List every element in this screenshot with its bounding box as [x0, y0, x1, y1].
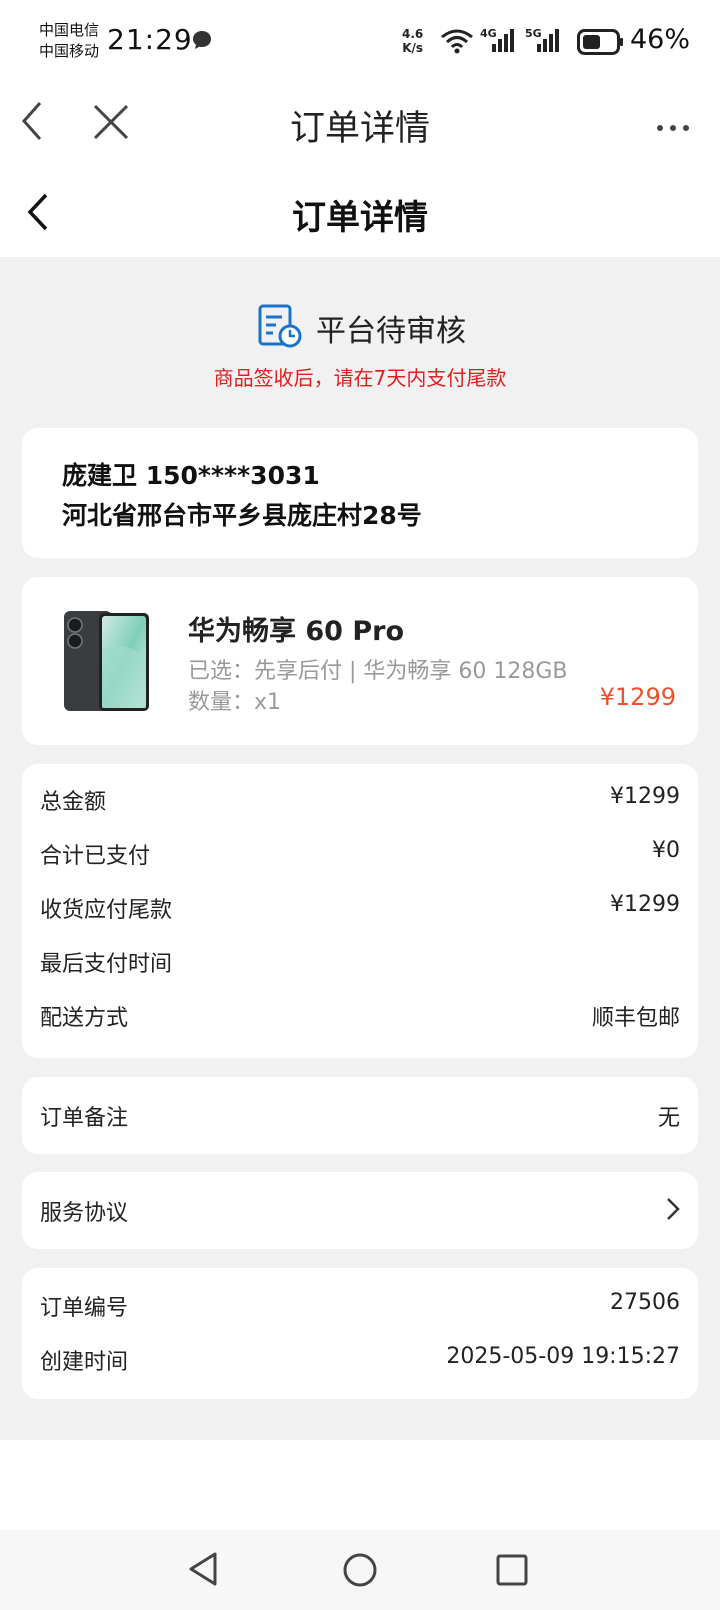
order-info-label: 订单编号: [40, 1296, 129, 1321]
service-agreement-card[interactable]: 服务协议: [22, 1172, 698, 1249]
fee-row-deadline: 最后支付时间: [40, 940, 680, 980]
created-time-row: 创建时间 2025-05-09 19:15:27: [40, 1338, 680, 1378]
fee-value: ¥0: [652, 838, 680, 863]
chevron-right-icon: [666, 1197, 680, 1227]
page-title: 订单详情: [292, 198, 428, 238]
product-quantity: 数量：x1: [188, 690, 282, 715]
product-spec: 已选：先享后付 | 华为畅享 60 128GB: [188, 659, 568, 684]
fee-label: 收货应付尾款: [40, 898, 173, 923]
remark-row: 订单备注 无: [40, 1094, 680, 1134]
remark-label: 订单备注: [40, 1106, 129, 1131]
remark-value: 无: [657, 1106, 680, 1131]
address-card[interactable]: 庞建卫 150****3031 河北省邢台市平乡县庞庄村28号: [22, 428, 698, 558]
battery-percent: 46%: [630, 24, 691, 55]
browser-title: 订单详情: [289, 109, 430, 149]
fee-row-paid: 合计已支付 ¥0: [40, 832, 680, 872]
product-price: ¥1299: [599, 683, 676, 711]
fee-label: 最后支付时间: [40, 952, 173, 977]
order-info-label: 创建时间: [40, 1350, 129, 1375]
network-speed: 4.6 K/s: [402, 27, 423, 55]
product-name: 华为畅享 60 Pro: [188, 616, 405, 647]
fee-value: ¥1299: [610, 892, 680, 917]
network-speed-value: 4.6: [402, 27, 424, 41]
status-time: 21:29: [107, 23, 193, 56]
signal-5g-icon: 5G: [525, 26, 565, 58]
order-number-row: 订单编号 27506: [40, 1284, 680, 1324]
nav-home-icon[interactable]: [342, 1552, 378, 1592]
product-image: [63, 609, 151, 713]
fee-row-shipping: 配送方式 顺丰包邮: [40, 994, 680, 1034]
product-card[interactable]: 华为畅享 60 Pro 已选：先享后付 | 华为畅享 60 128GB 数量：x…: [22, 577, 698, 745]
signal-4g-label: 4G: [480, 27, 497, 40]
carrier-info: 中国电信 中国移动: [39, 20, 99, 62]
recipient-address: 河北省邢台市平乡县庞庄村28号: [62, 501, 422, 530]
carrier-1: 中国电信: [39, 21, 100, 39]
fee-label: 配送方式: [40, 1006, 129, 1031]
recipient-name-phone: 庞建卫 150****3031: [62, 461, 320, 490]
signal-4g-icon: 4G: [480, 26, 520, 58]
fee-label: 合计已支付: [40, 844, 151, 869]
review-status-icon: [258, 304, 302, 352]
fee-value: ¥1299: [610, 784, 680, 809]
nav-recent-icon[interactable]: [496, 1554, 528, 1590]
more-icon[interactable]: [656, 117, 690, 136]
order-status-notice: 商品签收后，请在7天内支付尾款: [213, 366, 507, 390]
nav-back-icon[interactable]: [187, 1551, 219, 1591]
fee-value: 顺丰包邮: [591, 1006, 680, 1031]
carrier-2: 中国移动: [39, 42, 100, 60]
network-speed-unit: K/s: [402, 41, 424, 55]
service-agreement-row[interactable]: 服务协议: [40, 1189, 680, 1229]
fee-label: 总金额: [40, 790, 107, 815]
fee-card: 总金额 ¥1299 合计已支付 ¥0 收货应付尾款 ¥1299 最后支付时间 配…: [22, 764, 698, 1058]
chat-icon: [191, 29, 213, 55]
order-info-card: 订单编号 27506 创建时间 2025-05-09 19:15:27: [22, 1268, 698, 1399]
fee-row-balance: 收货应付尾款 ¥1299: [40, 886, 680, 926]
order-status-title: 平台待审核: [316, 314, 466, 349]
service-agreement-label: 服务协议: [40, 1201, 129, 1226]
wifi-icon: [440, 28, 474, 58]
order-info-value: 27506: [610, 1290, 680, 1315]
signal-5g-label: 5G: [525, 27, 542, 40]
battery-icon: [577, 29, 625, 59]
fee-row-total: 总金额 ¥1299: [40, 778, 680, 818]
order-info-value: 2025-05-09 19:15:27: [446, 1344, 680, 1369]
remark-card: 订单备注 无: [22, 1077, 698, 1154]
